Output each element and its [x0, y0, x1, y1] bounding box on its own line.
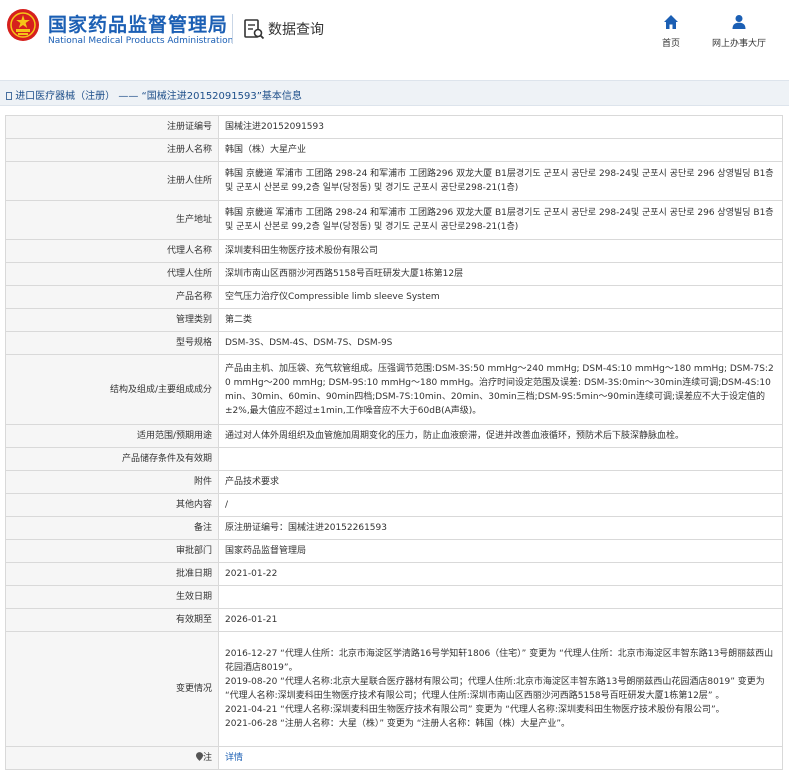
change-entry: 2021-06-28 “注册人名称：大星（株）” 变更为 “注册人名称：韩国（株…: [225, 719, 571, 729]
change-entry: 2019-08-20 “代理人名称:北京大星联合医疗器材有限公司；代理人住所:北…: [225, 677, 765, 701]
site-header: 国家药品监督管理局 National Medical Products Admi…: [0, 0, 789, 66]
table-row: 结构及组成/主要组成成分 产品由主机、加压袋、充气软管组成。压强调节范围:DSM-…: [5, 354, 783, 425]
table-row: 产品储存条件及有效期: [5, 447, 783, 471]
field-value: 产品技术要求: [218, 470, 783, 494]
field-value: [218, 585, 783, 609]
table-row: 型号规格 DSM-3S、DSM-4S、DSM-7S、DSM-9S: [5, 331, 783, 355]
field-label: 适用范围/预期用途: [5, 424, 219, 448]
header-divider: [232, 14, 233, 44]
field-value: /: [218, 493, 783, 517]
field-value: 2026-01-21: [218, 608, 783, 632]
field-label: 批准日期: [5, 562, 219, 586]
table-row: 适用范围/预期用途 通过对人体外周组织及血管施加周期变化的压力，防止血液瘀滞，促进…: [5, 424, 783, 448]
table-row: 有效期至 2026-01-21: [5, 608, 783, 632]
change-history: 2016-12-27 “代理人住所：北京市海淀区学清路16号学知轩1806（住宅…: [218, 631, 783, 747]
table-row: 生效日期: [5, 585, 783, 609]
table-row: 产品名称 空气压力治疗仪Compressible limb sleeve Syst…: [5, 285, 783, 309]
brand-title-cn[interactable]: 国家药品监督管理局: [48, 10, 228, 37]
note-value: 详情: [218, 746, 783, 770]
field-value: 空气压力治疗仪Compressible limb sleeve System: [218, 285, 783, 309]
document-icon: [6, 92, 12, 100]
breadcrumb-text: 进口医疗器械（注册） —— “国械注进20152091593”基本信息: [6, 87, 302, 102]
table-row: 代理人住所 深圳市南山区西丽沙河西路5158号百旺研发大厦1栋第12层: [5, 262, 783, 286]
table-row: 注册证编号 国械注进20152091593: [5, 115, 783, 139]
field-value: DSM-3S、DSM-4S、DSM-7S、DSM-9S: [218, 331, 783, 355]
field-label: 结构及组成/主要组成成分: [5, 354, 219, 425]
field-label: 代理人住所: [5, 262, 219, 286]
table-row: 管理类别 第二类: [5, 308, 783, 332]
nav-home[interactable]: 首页: [636, 14, 706, 49]
table-row: 注 详情: [5, 746, 783, 770]
field-value: 韩国 京畿道 军浦市 工团路 298-24 和军浦市 工团路296 双龙大厦 B…: [218, 161, 783, 201]
details-link[interactable]: 详情: [225, 753, 243, 763]
field-label: 变更情况: [5, 631, 219, 747]
home-icon: [664, 15, 678, 29]
field-value: 国械注进20152091593: [218, 115, 783, 139]
field-value: 产品由主机、加压袋、充气软管组成。压强调节范围:DSM-3S:50 mmHg～2…: [218, 354, 783, 425]
table-row: 注册人住所 韩国 京畿道 军浦市 工团路 298-24 和军浦市 工团路296 双…: [5, 161, 783, 201]
field-label: 代理人名称: [5, 239, 219, 263]
national-emblem-icon[interactable]: [6, 8, 40, 42]
table-row: 代理人名称 深圳麦科田生物医疗技术股份有限公司: [5, 239, 783, 263]
note-label: 注: [202, 753, 212, 763]
field-label: 备注: [5, 516, 219, 540]
data-query-icon: [244, 19, 265, 40]
table-row: 生产地址 韩国 京畿道 军浦市 工团路 298-24 和军浦市 工团路296 双龙…: [5, 200, 783, 240]
field-value: 原注册证编号：国械注进20152261593: [218, 516, 783, 540]
field-label: 有效期至: [5, 608, 219, 632]
field-label: 生效日期: [5, 585, 219, 609]
breadcrumb-separator: ——: [115, 91, 142, 102]
field-value: 通过对人体外周组织及血管施加周期变化的压力，防止血液瘀滞，促进并改善血液循环，预…: [218, 424, 783, 448]
brand-title-en[interactable]: National Medical Products Administration: [48, 36, 233, 46]
table-row: 注册人名称 韩国（株）大星产业: [5, 138, 783, 162]
field-label: 注册人名称: [5, 138, 219, 162]
field-value: 深圳麦科田生物医疗技术股份有限公司: [218, 239, 783, 263]
field-value: 韩国 京畿道 军浦市 工团路 298-24 和军浦市 工团路296 双龙大厦 B…: [218, 200, 783, 240]
field-label: 其他内容: [5, 493, 219, 517]
field-label: 型号规格: [5, 331, 219, 355]
note-label-cell: 注: [5, 746, 219, 770]
field-label: 产品名称: [5, 285, 219, 309]
breadcrumb-section[interactable]: 进口医疗器械（注册）: [15, 91, 115, 102]
field-label: 审批部门: [5, 539, 219, 563]
breadcrumb-record: “国械注进20152091593”基本信息: [141, 91, 302, 102]
field-label: 注册人住所: [5, 161, 219, 201]
registration-info-table: 注册证编号 国械注进20152091593 注册人名称 韩国（株）大星产业 注册人住所韩…: [5, 115, 783, 770]
table-row: 变更情况 2016-12-27 “代理人住所：北京市海淀区学清路16号学知轩180…: [5, 631, 783, 747]
user-icon: [732, 15, 746, 29]
field-label: 产品储存条件及有效期: [5, 447, 219, 471]
field-value: 韩国（株）大星产业: [218, 138, 783, 162]
nav-online-hall-label: 网上办事大厅: [711, 39, 766, 49]
field-value: 国家药品监督管理局: [218, 539, 783, 563]
field-label: 生产地址: [5, 200, 219, 240]
breadcrumb: 进口医疗器械（注册） —— “国械注进20152091593”基本信息: [0, 80, 789, 106]
field-value: 2021-01-22: [218, 562, 783, 586]
table-row: 备注 原注册证编号：国械注进20152261593: [5, 516, 783, 540]
change-entry: 2016-12-27 “代理人住所：北京市海淀区学清路16号学知轩1806（住宅…: [225, 649, 774, 673]
change-entry: 2021-04-21 “代理人名称:深圳麦科田生物医疗技术有限公司” 变更为 “…: [225, 705, 725, 715]
nav-online-hall[interactable]: 网上办事大厅: [704, 14, 774, 49]
field-value: 第二类: [218, 308, 783, 332]
field-label: 附件: [5, 470, 219, 494]
table-row: 审批部门 国家药品监督管理局: [5, 539, 783, 563]
table-row: 附件 产品技术要求: [5, 470, 783, 494]
field-label: 注册证编号: [5, 115, 219, 139]
field-value: 深圳市南山区西丽沙河西路5158号百旺研发大厦1栋第12层: [218, 262, 783, 286]
nav-home-label: 首页: [661, 39, 680, 49]
table-row: 其他内容 /: [5, 493, 783, 517]
field-value: [218, 447, 783, 471]
table-row: 批准日期 2021-01-22: [5, 562, 783, 586]
field-label: 管理类别: [5, 308, 219, 332]
data-query-title: 数据查询: [268, 22, 324, 38]
